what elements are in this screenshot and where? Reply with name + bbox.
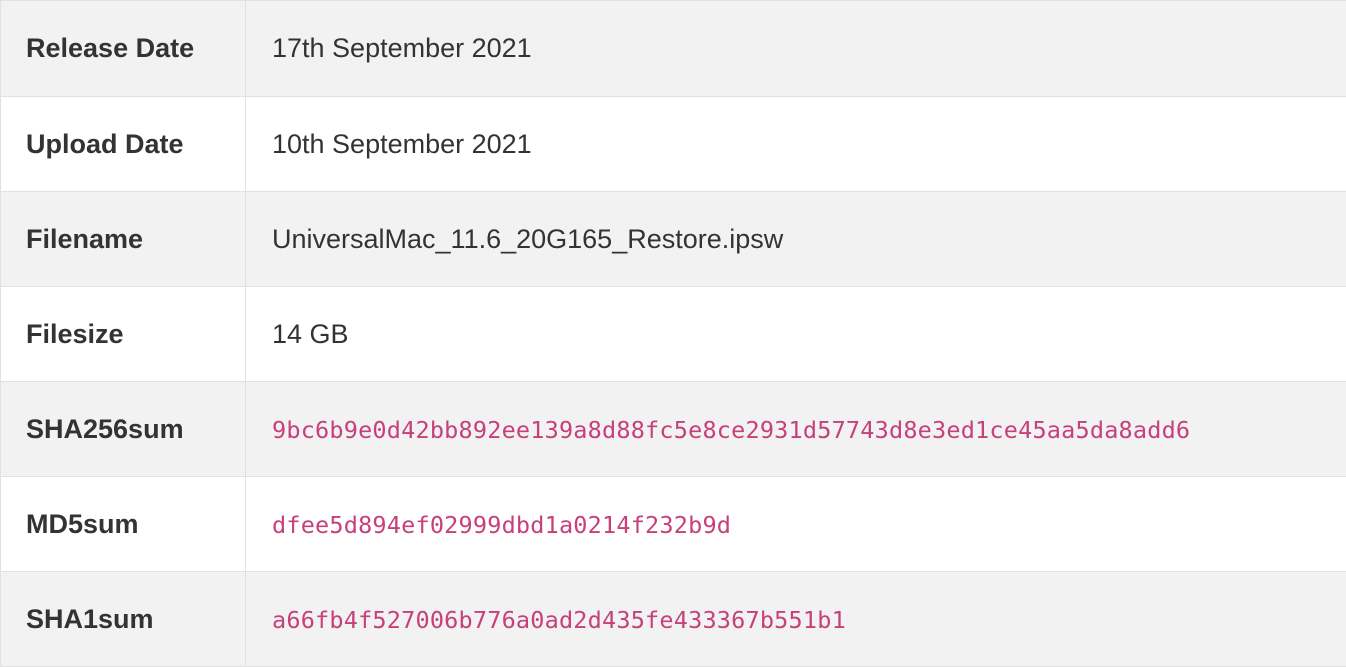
release-date-row: Release Date 17th September 2021 (1, 1, 1346, 97)
release-date-value: 17th September 2021 (246, 1, 1346, 97)
filesize-label: Filesize (1, 287, 246, 382)
filename-value: UniversalMac_11.6_20G165_Restore.ipsw (246, 192, 1346, 287)
md5sum-cell: dfee5d894ef02999dbd1a0214f232b9d (246, 477, 1346, 572)
filesize-row: Filesize 14 GB (1, 287, 1346, 382)
md5sum-label: MD5sum (1, 477, 246, 572)
filename-row: Filename UniversalMac_11.6_20G165_Restor… (1, 192, 1346, 287)
sha256sum-row: SHA256sum 9bc6b9e0d42bb892ee139a8d88fc5e… (1, 382, 1346, 477)
upload-date-label: Upload Date (1, 97, 246, 192)
sha256sum-label: SHA256sum (1, 382, 246, 477)
sha1sum-cell: a66fb4f527006b776a0ad2d435fe433367b551b1 (246, 572, 1346, 667)
filesize-value: 14 GB (246, 287, 1346, 382)
md5sum-row: MD5sum dfee5d894ef02999dbd1a0214f232b9d (1, 477, 1346, 572)
upload-date-value: 10th September 2021 (246, 97, 1346, 192)
release-date-label: Release Date (1, 1, 246, 97)
md5sum-value: dfee5d894ef02999dbd1a0214f232b9d (272, 511, 731, 539)
sha1sum-label: SHA1sum (1, 572, 246, 667)
firmware-info-table: Release Date 17th September 2021 Upload … (0, 0, 1346, 667)
sha1sum-row: SHA1sum a66fb4f527006b776a0ad2d435fe4333… (1, 572, 1346, 667)
sha256sum-value: 9bc6b9e0d42bb892ee139a8d88fc5e8ce2931d57… (272, 416, 1190, 444)
filename-label: Filename (1, 192, 246, 287)
sha1sum-value: a66fb4f527006b776a0ad2d435fe433367b551b1 (272, 606, 846, 634)
upload-date-row: Upload Date 10th September 2021 (1, 97, 1346, 192)
sha256sum-cell: 9bc6b9e0d42bb892ee139a8d88fc5e8ce2931d57… (246, 382, 1346, 477)
